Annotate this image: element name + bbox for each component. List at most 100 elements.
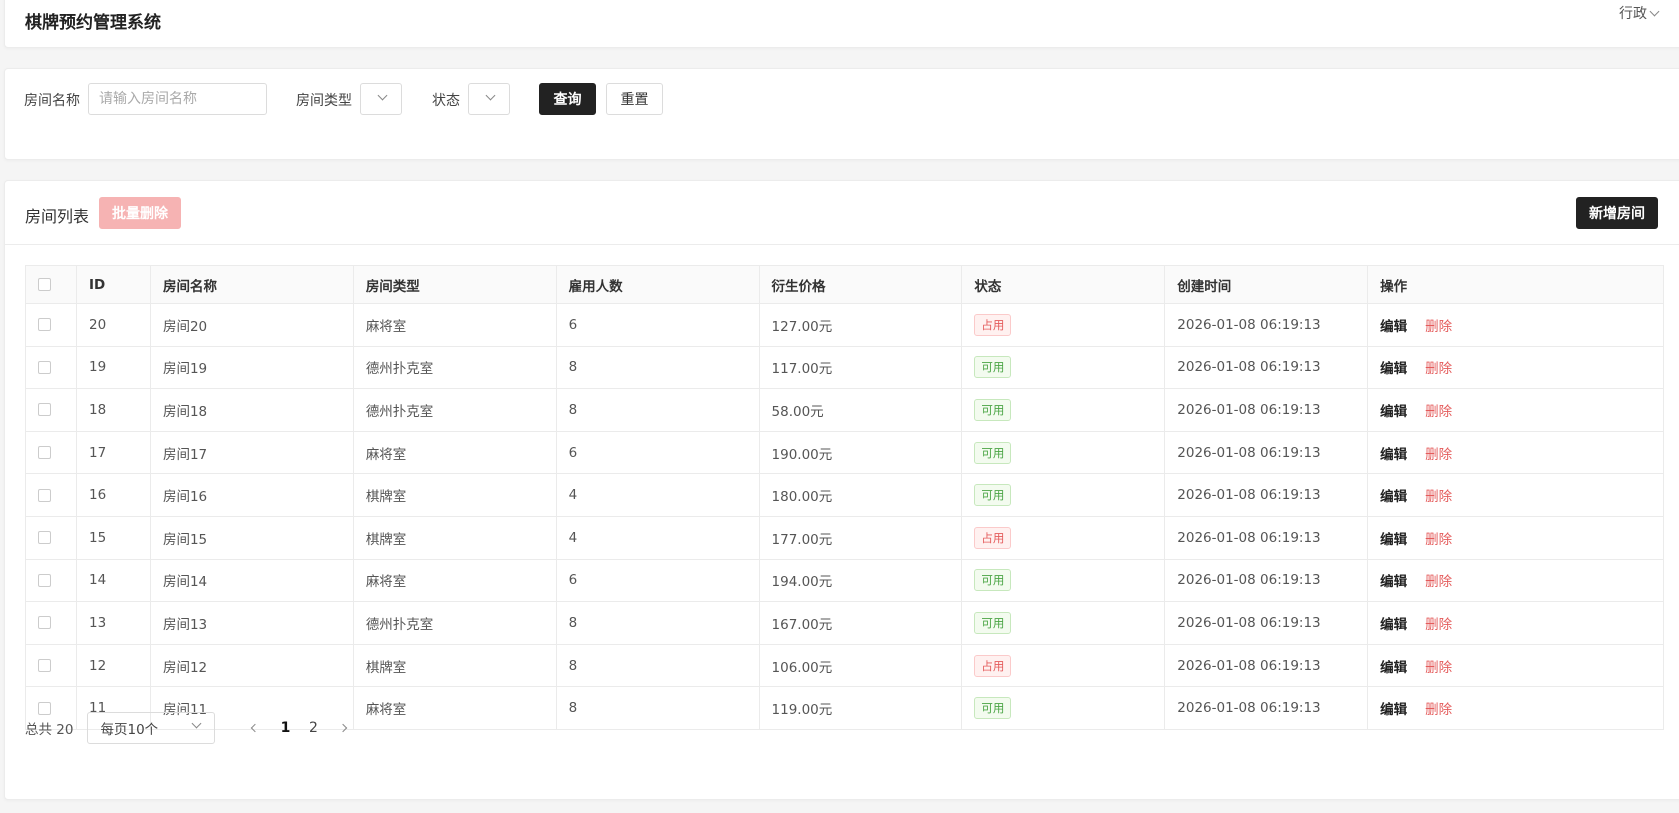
cell-room-name: 房间15 [149,516,354,560]
delete-button[interactable]: 删除 [1425,532,1452,548]
table-row: 13 房间13 德州扑克室 8 167.00元 可用 2026-01-08 06:19:13… [25,601,1664,645]
prev-page-button[interactable] [248,721,262,735]
delete-button[interactable]: 删除 [1425,574,1452,590]
row-checkbox[interactable] [38,531,51,545]
cell-room-type: 德州扑克室 [352,601,557,645]
cell-id: 14 [75,559,151,603]
cell-staff: 8 [555,601,760,645]
edit-button[interactable]: 编辑 [1380,702,1407,718]
cell-price: 119.00元 [758,686,962,730]
cell-room-name: 房间17 [149,431,354,475]
row-checkbox[interactable] [38,573,51,587]
cell-id: 13 [75,601,151,645]
col-actions: 操作 [1367,265,1664,304]
cell-id: 17 [75,431,151,475]
query-button[interactable]: 查询 [539,83,596,115]
table-row: 14 房间14 麻将室 6 194.00元 可用 2026-01-08 06:19:13 编辑… [25,559,1664,603]
batch-delete-button[interactable]: 批量删除 [99,197,181,229]
status-label: 状态 [432,93,460,109]
cell-created: 2026-01-08 06:19:13 [1164,388,1368,432]
cell-staff: 4 [555,516,760,560]
cell-created: 2026-01-08 06:19:13 [1164,559,1368,603]
cell-staff: 6 [555,431,760,475]
cell-price: 194.00元 [758,559,962,603]
delete-button[interactable]: 删除 [1425,404,1452,420]
page-size-select[interactable]: 每页10个 [87,712,216,744]
user-name: 行政 [1619,6,1647,22]
edit-button[interactable]: 编辑 [1380,617,1407,633]
delete-button[interactable]: 删除 [1425,660,1452,676]
delete-button[interactable]: 删除 [1425,617,1452,633]
table-row: 16 房间16 棋牌室 4 180.00元 可用 2026-01-08 06:19:13 编辑… [25,473,1664,517]
row-checkbox[interactable] [38,318,51,332]
chevron-down-icon [192,718,202,729]
col-id: ID [75,265,151,304]
edit-button[interactable]: 编辑 [1380,574,1407,590]
pagination: 总共 20 每页10个 1 2 [25,712,359,744]
col-staff: 雇用人数 [555,265,760,304]
row-checkbox[interactable] [38,403,51,417]
row-checkbox[interactable] [38,360,51,374]
cell-created: 2026-01-08 06:19:13 [1164,644,1368,688]
col-created: 创建时间 [1164,265,1368,304]
cell-price: 177.00元 [758,516,962,560]
delete-button[interactable]: 删除 [1425,702,1452,718]
cell-created: 2026-01-08 06:19:13 [1164,516,1368,560]
edit-button[interactable]: 编辑 [1380,361,1407,377]
cell-room-type: 麻将室 [352,431,557,475]
status-badge: 可用 [974,484,1012,507]
add-room-button[interactable]: 新增房间 [1576,197,1658,229]
cell-room-type: 德州扑克室 [352,346,557,390]
cell-price: 190.00元 [758,431,962,475]
cell-room-name: 房间16 [149,473,354,517]
status-badge: 可用 [974,356,1012,379]
cell-price: 106.00元 [758,644,962,688]
delete-button[interactable]: 删除 [1425,447,1452,463]
cell-room-name: 房间14 [149,559,354,603]
cell-staff: 8 [555,346,760,390]
cell-price: 180.00元 [758,473,962,517]
room-name-input[interactable] [88,83,267,115]
next-page-button[interactable] [336,721,350,735]
edit-button[interactable]: 编辑 [1380,447,1407,463]
room-list-panel: 房间列表 批量删除 新增房间 ID 房间名称 房间类型 雇用人数 衍生价格 状态… [4,180,1679,800]
table-row: 12 房间12 棋牌室 8 106.00元 占用 2026-01-08 06:19:13 编辑… [25,644,1664,688]
edit-button[interactable]: 编辑 [1380,489,1407,505]
app-title: 棋牌预约管理系统 [25,13,161,33]
cell-room-type: 棋牌室 [352,473,557,517]
delete-button[interactable]: 删除 [1425,361,1452,377]
col-room-type: 房间类型 [352,265,557,304]
cell-staff: 4 [555,473,760,517]
user-menu[interactable]: 行政 [1619,3,1660,23]
cell-room-name: 房间20 [149,303,354,347]
delete-button[interactable]: 删除 [1425,319,1452,335]
page-2[interactable]: 2 [299,720,327,736]
edit-button[interactable]: 编辑 [1380,532,1407,548]
list-title: 房间列表 [25,207,90,226]
cell-created: 2026-01-08 06:19:13 [1164,473,1368,517]
chevron-left-icon [251,723,260,733]
status-badge: 占用 [974,313,1012,336]
select-all-checkbox[interactable] [38,278,51,291]
row-checkbox[interactable] [38,446,51,460]
cell-room-type: 麻将室 [352,686,557,730]
edit-button[interactable]: 编辑 [1380,404,1407,420]
cell-created: 2026-01-08 06:19:13 [1164,686,1368,730]
table-row: 20 房间20 麻将室 6 127.00元 占用 2026-01-08 06:19:13 编辑… [25,303,1664,347]
chevron-right-icon [339,723,348,733]
edit-button[interactable]: 编辑 [1380,319,1407,335]
row-checkbox[interactable] [38,616,51,630]
room-type-select[interactable] [360,83,402,115]
status-badge: 可用 [974,398,1012,421]
reset-button[interactable]: 重置 [606,83,663,115]
page-1[interactable]: 1 [271,720,299,736]
row-checkbox[interactable] [38,659,51,673]
room-name-label: 房间名称 [24,93,80,109]
cell-staff: 6 [555,303,760,347]
row-checkbox[interactable] [38,488,51,502]
list-toolbar: 房间列表 批量删除 新增房间 [5,181,1679,245]
status-select[interactable] [468,83,510,115]
cell-created: 2026-01-08 06:19:13 [1164,303,1368,347]
delete-button[interactable]: 删除 [1425,489,1452,505]
edit-button[interactable]: 编辑 [1380,660,1407,676]
